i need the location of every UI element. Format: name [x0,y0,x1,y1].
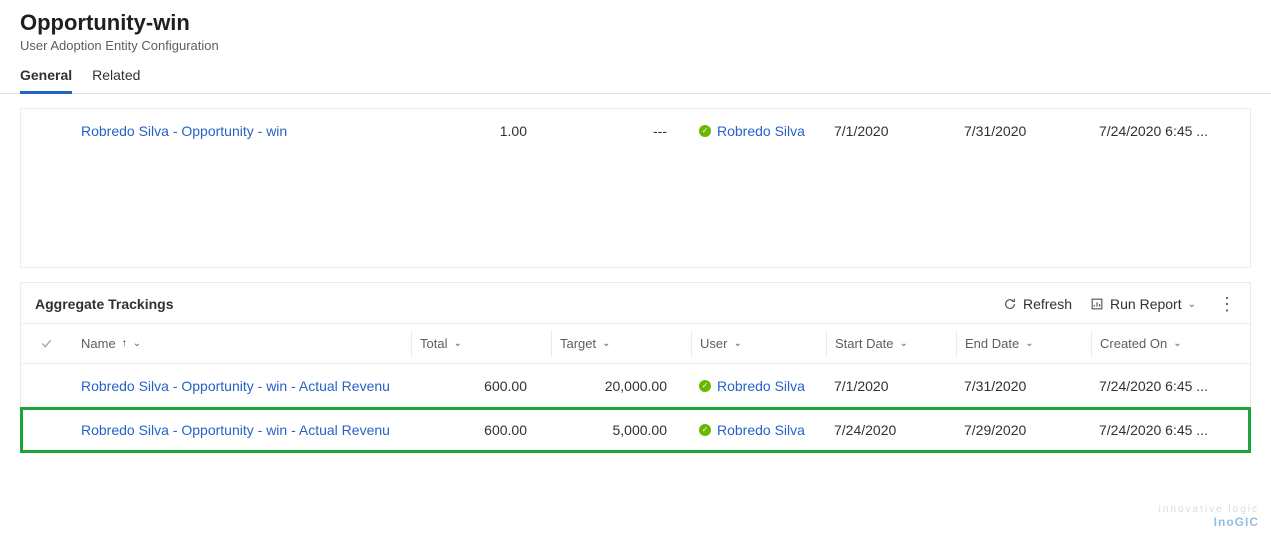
column-total[interactable]: Total ⌄ [411,330,551,357]
refresh-label: Refresh [1023,296,1072,312]
column-target-label: Target [560,336,596,351]
tab-bar: General Related [0,53,1271,94]
select-all-column[interactable] [21,330,71,357]
cell-target: 5,000.00 [551,414,691,446]
chevron-down-icon: ⌄ [900,338,908,349]
page-subtitle: User Adoption Entity Configuration [20,38,1251,53]
cell-end-date: 7/29/2020 [956,414,1091,446]
presence-icon: ✓ [699,380,711,392]
cell-end-date: 7/31/2020 [956,370,1091,402]
cell-created-on: 7/24/2020 6:45 ... [1091,370,1241,402]
vendor-brand: InoGIC [1159,515,1259,529]
cell-name-link[interactable]: Robredo Silva - Opportunity - win - Actu… [71,370,411,402]
chevron-down-icon: ⌄ [1173,338,1181,349]
cell-total: 1.00 [411,115,551,147]
cell-total: 600.00 [411,370,551,402]
column-user[interactable]: User ⌄ [691,330,826,357]
cell-name-link[interactable]: Robredo Silva - Opportunity - win [71,115,411,147]
cell-total: 600.00 [411,414,551,446]
user-link: Robredo Silva [717,422,805,438]
overflow-menu-button[interactable]: ⋮ [1212,299,1242,309]
tab-related[interactable]: Related [92,67,140,93]
presence-icon: ✓ [699,424,711,436]
column-name-label: Name [81,336,116,351]
user-link: Robredo Silva [717,378,805,394]
chevron-down-icon: ⌄ [1025,338,1033,349]
cell-start-date: 7/1/2020 [826,370,956,402]
column-end-date-label: End Date [965,336,1019,351]
refresh-button[interactable]: Refresh [1001,293,1074,315]
column-start-date-label: Start Date [835,336,894,351]
aggregate-grid: Aggregate Trackings Refresh Run Report ⌄… [20,282,1251,453]
chevron-down-icon: ⌄ [1188,299,1196,310]
tab-general[interactable]: General [20,67,72,94]
cell-created-on: 7/24/2020 6:45 ... [1091,414,1241,446]
table-row[interactable]: Robredo Silva - Opportunity - win - Actu… [21,408,1250,452]
column-created-on-label: Created On [1100,336,1167,351]
cell-target: 20,000.00 [551,370,691,402]
run-report-label: Run Report [1110,296,1182,312]
vendor-tagline: innovative logic [1159,504,1259,515]
cell-user[interactable]: ✓ Robredo Silva [691,370,826,402]
report-icon [1090,297,1104,311]
refresh-icon [1003,297,1017,311]
column-created-on[interactable]: Created On ⌄ [1091,330,1241,357]
presence-icon: ✓ [699,125,711,137]
chevron-down-icon: ⌄ [733,338,741,349]
cell-user[interactable]: ✓ Robredo Silva [691,115,826,147]
column-total-label: Total [420,336,447,351]
grid-title: Aggregate Trackings [35,296,174,312]
column-end-date[interactable]: End Date ⌄ [956,330,1091,357]
column-user-label: User [700,336,727,351]
top-grid-section: Robredo Silva - Opportunity - win 1.00 -… [20,108,1251,268]
column-header-row: Name ↑ ⌄ Total ⌄ Target ⌄ User ⌄ Start D… [21,324,1250,364]
user-link: Robredo Silva [717,123,805,139]
page-title: Opportunity-win [20,10,1251,36]
cell-created-on: 7/24/2020 6:45 ... [1091,115,1241,147]
column-start-date[interactable]: Start Date ⌄ [826,330,956,357]
chevron-down-icon: ⌄ [602,338,610,349]
chevron-down-icon: ⌄ [133,338,141,349]
chevron-down-icon: ⌄ [453,338,461,349]
sort-asc-icon: ↑ [122,338,127,349]
cell-name-link[interactable]: Robredo Silva - Opportunity - win - Actu… [71,414,411,446]
aggregate-grid-section: Aggregate Trackings Refresh Run Report ⌄… [20,282,1251,453]
run-report-button[interactable]: Run Report ⌄ [1088,293,1198,315]
grid-actions: Refresh Run Report ⌄ ⋮ [1001,293,1242,315]
cell-user[interactable]: ✓ Robredo Silva [691,414,826,446]
cell-end-date: 7/31/2020 [956,115,1091,147]
cell-target: --- [551,115,691,147]
grid-toolbar: Aggregate Trackings Refresh Run Report ⌄… [21,283,1250,324]
page-header: Opportunity-win User Adoption Entity Con… [0,0,1271,53]
top-grid: Robredo Silva - Opportunity - win 1.00 -… [20,108,1251,268]
cell-start-date: 7/24/2020 [826,414,956,446]
column-name[interactable]: Name ↑ ⌄ [71,330,411,357]
column-target[interactable]: Target ⌄ [551,330,691,357]
table-row[interactable]: Robredo Silva - Opportunity - win - Actu… [21,364,1250,408]
table-row[interactable]: Robredo Silva - Opportunity - win 1.00 -… [21,109,1250,153]
vendor-logo: innovative logic InoGIC [1159,504,1259,529]
cell-start-date: 7/1/2020 [826,115,956,147]
